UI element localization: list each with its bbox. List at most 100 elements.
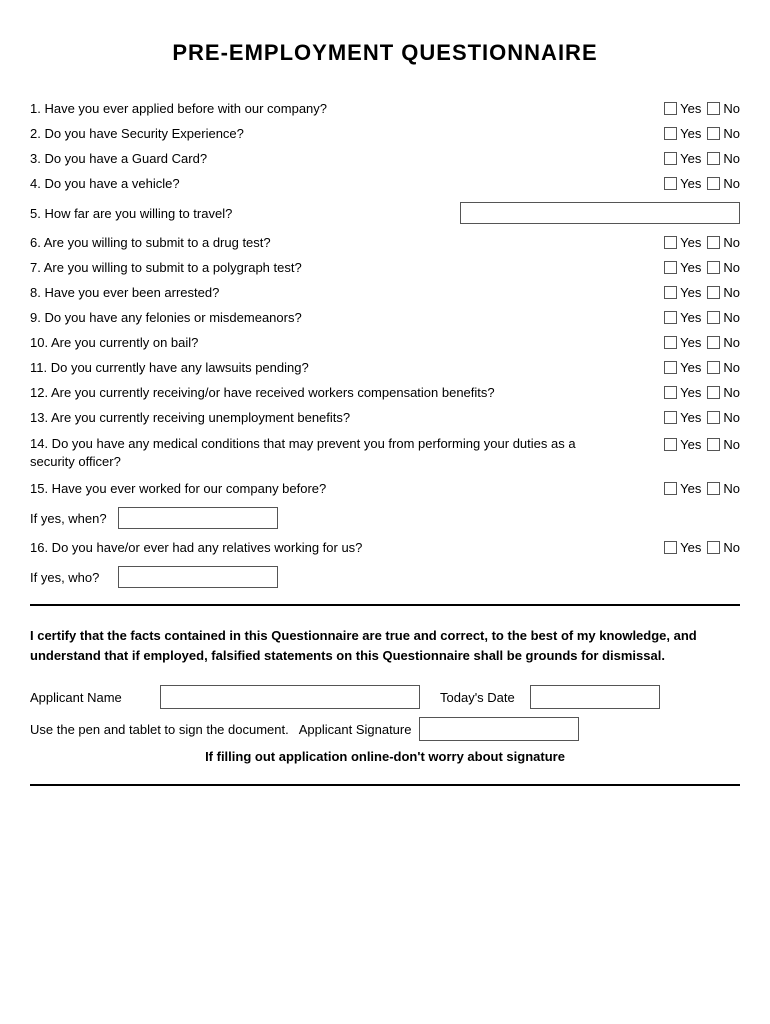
question-5-text: 5. How far are you willing to travel? (30, 206, 452, 221)
question-2-no-checkbox[interactable] (707, 127, 720, 140)
yes-label-2: Yes (680, 126, 701, 141)
applicant-signature-input[interactable] (419, 717, 579, 741)
question-row-13: 13. Are you currently receiving unemploy… (30, 405, 740, 430)
question-4-no-checkbox[interactable] (707, 177, 720, 190)
question-row-7: 7. Are you willing to submit to a polygr… (30, 255, 740, 280)
online-note: If filling out application online-don't … (30, 749, 740, 764)
if-yes-when-input[interactable] (118, 507, 278, 529)
question-14-yes-checkbox[interactable] (664, 438, 677, 451)
question-3-text: 3. Do you have a Guard Card? (30, 151, 620, 166)
question-16-no-checkbox[interactable] (707, 541, 720, 554)
question-10-yesno: Yes No (620, 335, 740, 350)
question-3-no-checkbox[interactable] (707, 152, 720, 165)
signature-section: Applicant Name Today's Date Use the pen … (30, 685, 740, 741)
travel-input[interactable] (460, 202, 740, 224)
question-9-text: 9. Do you have any felonies or misdemean… (30, 310, 620, 325)
question-16-yes-checkbox[interactable] (664, 541, 677, 554)
no-label-4: No (723, 176, 740, 191)
question-7-yes-checkbox[interactable] (664, 261, 677, 274)
no-label-1: No (723, 101, 740, 116)
question-4-yes-label[interactable]: Yes (664, 176, 701, 191)
question-6-yesno: Yes No (620, 235, 740, 250)
question-2-no-label[interactable]: No (707, 126, 740, 141)
question-row-12: 12. Are you currently receiving/or have … (30, 380, 740, 405)
question-9-yes-checkbox[interactable] (664, 311, 677, 324)
question-1-yes-label[interactable]: Yes (664, 101, 701, 116)
question-row-16: 16. Do you have/or ever had any relative… (30, 535, 740, 560)
applicant-name-label: Applicant Name (30, 690, 160, 705)
question-14-yesno: Yes No (620, 437, 740, 452)
question-7-text: 7. Are you willing to submit to a polygr… (30, 260, 620, 275)
question-8-yes-checkbox[interactable] (664, 286, 677, 299)
question-1-yesno: Yes No (620, 101, 740, 116)
question-10-text: 10. Are you currently on bail? (30, 335, 620, 350)
question-13-no-checkbox[interactable] (707, 411, 720, 424)
question-7-no-checkbox[interactable] (707, 261, 720, 274)
question-row-10: 10. Are you currently on bail? Yes No (30, 330, 740, 355)
question-4-yes-checkbox[interactable] (664, 177, 677, 190)
question-3-yes-checkbox[interactable] (664, 152, 677, 165)
todays-date-label: Today's Date (440, 690, 530, 705)
no-label-2: No (723, 126, 740, 141)
question-6-no-checkbox[interactable] (707, 236, 720, 249)
question-1-no-checkbox[interactable] (707, 102, 720, 115)
question-11-yesno: Yes No (620, 360, 740, 375)
yes-label-3: Yes (680, 151, 701, 166)
if-yes-who-input[interactable] (118, 566, 278, 588)
question-6-yes-checkbox[interactable] (664, 236, 677, 249)
question-row-14: 14. Do you have any medical conditions t… (30, 430, 740, 476)
if-yes-when-row: If yes, when? (30, 501, 740, 535)
question-row-5: 5. How far are you willing to travel? (30, 196, 740, 230)
question-2-yes-label[interactable]: Yes (664, 126, 701, 141)
question-2-yes-checkbox[interactable] (664, 127, 677, 140)
question-13-yes-checkbox[interactable] (664, 411, 677, 424)
question-11-no-checkbox[interactable] (707, 361, 720, 374)
yes-label-4: Yes (680, 176, 701, 191)
question-1-no-label[interactable]: No (707, 101, 740, 116)
question-15-yesno: Yes No (620, 481, 740, 496)
question-13-text: 13. Are you currently receiving unemploy… (30, 410, 620, 425)
if-yes-who-label: If yes, who? (30, 570, 110, 585)
question-2-text: 2. Do you have Security Experience? (30, 126, 620, 141)
question-15-text: 15. Have you ever worked for our company… (30, 481, 620, 496)
question-10-no-checkbox[interactable] (707, 336, 720, 349)
question-2-yesno: Yes No (620, 126, 740, 141)
question-row-2: 2. Do you have Security Experience? Yes … (30, 121, 740, 146)
applicant-name-row: Applicant Name Today's Date (30, 685, 740, 709)
no-label-3: No (723, 151, 740, 166)
question-14-no-checkbox[interactable] (707, 438, 720, 451)
question-15-no-checkbox[interactable] (707, 482, 720, 495)
certification-text: I certify that the facts contained in th… (30, 616, 740, 675)
question-row-8: 8. Have you ever been arrested? Yes No (30, 280, 740, 305)
question-15-yes-checkbox[interactable] (664, 482, 677, 495)
applicant-name-input[interactable] (160, 685, 420, 709)
question-12-text: 12. Are you currently receiving/or have … (30, 385, 620, 400)
if-yes-when-label: If yes, when? (30, 511, 110, 526)
question-16-text: 16. Do you have/or ever had any relative… (30, 540, 620, 555)
question-3-no-label[interactable]: No (707, 151, 740, 166)
todays-date-input[interactable] (530, 685, 660, 709)
page-title: PRE-EMPLOYMENT QUESTIONNAIRE (30, 40, 740, 66)
pen-instruction: Use the pen and tablet to sign the docum… (30, 722, 289, 737)
question-row-9: 9. Do you have any felonies or misdemean… (30, 305, 740, 330)
question-12-no-checkbox[interactable] (707, 386, 720, 399)
question-8-no-checkbox[interactable] (707, 286, 720, 299)
question-12-yes-checkbox[interactable] (664, 386, 677, 399)
question-9-no-checkbox[interactable] (707, 311, 720, 324)
question-14-text: 14. Do you have any medical conditions t… (30, 435, 620, 471)
question-3-yesno: Yes No (620, 151, 740, 166)
question-16-yesno: Yes No (620, 540, 740, 555)
question-3-yes-label[interactable]: Yes (664, 151, 701, 166)
question-8-text: 8. Have you ever been arrested? (30, 285, 620, 300)
question-13-yesno: Yes No (620, 410, 740, 425)
question-10-yes-checkbox[interactable] (664, 336, 677, 349)
question-row-11: 11. Do you currently have any lawsuits p… (30, 355, 740, 380)
question-4-no-label[interactable]: No (707, 176, 740, 191)
question-row-3: 3. Do you have a Guard Card? Yes No (30, 146, 740, 171)
question-row-6: 6. Are you willing to submit to a drug t… (30, 230, 740, 255)
question-7-yesno: Yes No (620, 260, 740, 275)
question-row-15: 15. Have you ever worked for our company… (30, 476, 740, 501)
question-6-text: 6. Are you willing to submit to a drug t… (30, 235, 620, 250)
question-11-yes-checkbox[interactable] (664, 361, 677, 374)
question-1-yes-checkbox[interactable] (664, 102, 677, 115)
